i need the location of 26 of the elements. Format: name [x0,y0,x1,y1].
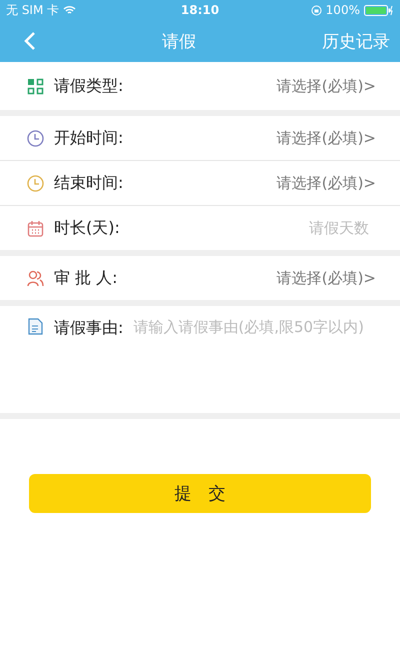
field-label: 审 批 人: [54,268,119,288]
clock-icon [27,130,44,146]
page-title: 请假 [162,30,196,52]
history-button[interactable]: 历史记录 [322,30,390,52]
select-field[interactable]: 请选择(必填)> [276,76,376,96]
field-label: 结束时间: [54,172,124,194]
calendar-icon [27,220,44,236]
back-button[interactable] [24,31,36,51]
clock-text: 18:10 [180,3,220,17]
field-label: 请假类型: [54,76,124,96]
battery-icon [364,4,394,16]
field-label: 开始时间: [54,128,124,148]
field-label: 时长(天): [54,218,121,238]
select-field[interactable]: 请选择(必填)> [276,128,376,148]
lock-rotation-icon [310,4,322,16]
field-label: 请假事由: [54,318,124,339]
submit-button[interactable]: 提 交 [29,474,371,513]
select-field[interactable]: 请选择(必填)> [276,268,376,288]
carrier-text: 无 SIM 卡 [6,2,60,18]
select-field[interactable]: 请选择(必填)> [276,174,376,192]
document-icon [27,318,44,335]
wifi-icon [63,5,76,15]
people-icon [27,270,44,286]
battery-text: 100% [326,3,360,17]
clock-icon [27,174,44,192]
grid-icon [27,78,44,94]
